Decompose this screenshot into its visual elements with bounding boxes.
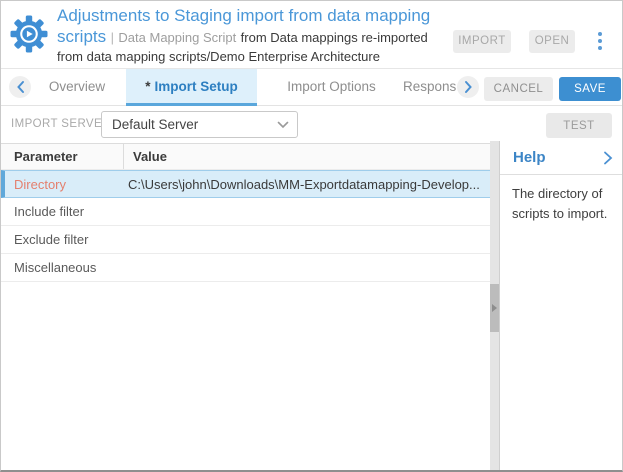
tab-import-setup[interactable]: * Import Setup — [126, 69, 257, 106]
parameter-name: Include filter — [1, 198, 124, 225]
save-button[interactable]: SAVE — [559, 77, 621, 101]
parameter-table: Directory C:\Users\john\Downloads\MM-Exp… — [1, 170, 490, 282]
table-row-exclude-filter[interactable]: Exclude filter — [1, 226, 490, 254]
chevron-right-icon — [603, 150, 613, 166]
table-header: Parameter Value — [1, 143, 490, 170]
header: Adjustments to Staging import from data … — [1, 1, 622, 69]
splitter-handle[interactable] — [490, 284, 499, 332]
panel-splitter[interactable] — [490, 141, 499, 471]
column-header-parameter: Parameter — [1, 144, 124, 169]
help-panel: Help The directory of scripts to import. — [499, 141, 623, 471]
title-separator: | — [111, 30, 114, 45]
parameter-value — [124, 198, 490, 225]
unsaved-changes-marker: * — [145, 79, 150, 94]
import-server-label: IMPORT SERVER — [11, 118, 111, 130]
collapse-right-arrow-icon — [492, 304, 497, 312]
import-server-row: IMPORT SERVER Default Server TEST — [1, 107, 622, 143]
parameter-name: Directory — [5, 171, 124, 197]
help-collapse-button[interactable] — [603, 150, 613, 171]
parameter-name: Exclude filter — [1, 226, 124, 253]
help-panel-header: Help — [500, 141, 623, 175]
page-title: Adjustments to Staging import from data … — [57, 6, 455, 67]
import-button[interactable]: IMPORT — [453, 30, 511, 53]
tab-import-options[interactable]: Import Options — [269, 69, 394, 105]
table-row-include-filter[interactable]: Include filter — [1, 198, 490, 226]
cancel-button[interactable]: CANCEL — [484, 77, 553, 101]
import-server-selected-value: Default Server — [112, 117, 277, 132]
table-row-miscellaneous[interactable]: Miscellaneous — [1, 254, 490, 282]
tab-overview[interactable]: Overview — [37, 69, 117, 105]
chevron-left-icon — [16, 80, 25, 94]
title-object-type: Data Mapping Script — [118, 30, 236, 45]
import-server-select[interactable]: Default Server — [101, 111, 298, 138]
help-text: The directory of scripts to import. — [500, 175, 623, 224]
test-connection-button[interactable]: TEST — [546, 113, 612, 138]
parameter-name: Miscellaneous — [1, 254, 124, 281]
column-header-value: Value — [124, 144, 490, 169]
help-panel-title: Help — [513, 149, 546, 166]
chevron-right-icon — [464, 80, 473, 94]
more-options-kebab-icon[interactable] — [596, 32, 604, 50]
table-row-directory[interactable]: Directory C:\Users\john\Downloads\MM-Exp… — [1, 170, 490, 198]
parameter-value — [124, 254, 490, 281]
import-configuration-window: Adjustments to Staging import from data … — [0, 0, 623, 472]
parameter-value: C:\Users\john\Downloads\MM-Exportdatamap… — [124, 171, 490, 197]
tabs-scroll-left-button[interactable] — [9, 76, 31, 98]
parameter-value — [124, 226, 490, 253]
chevron-down-icon — [277, 121, 289, 129]
tab-import-setup-label: Import Setup — [155, 79, 238, 94]
tabs-scroll-right-button[interactable] — [457, 76, 479, 98]
tab-responsibilities[interactable]: Respons — [403, 69, 459, 105]
gear-play-icon — [9, 14, 49, 54]
open-button[interactable]: OPEN — [529, 30, 575, 53]
